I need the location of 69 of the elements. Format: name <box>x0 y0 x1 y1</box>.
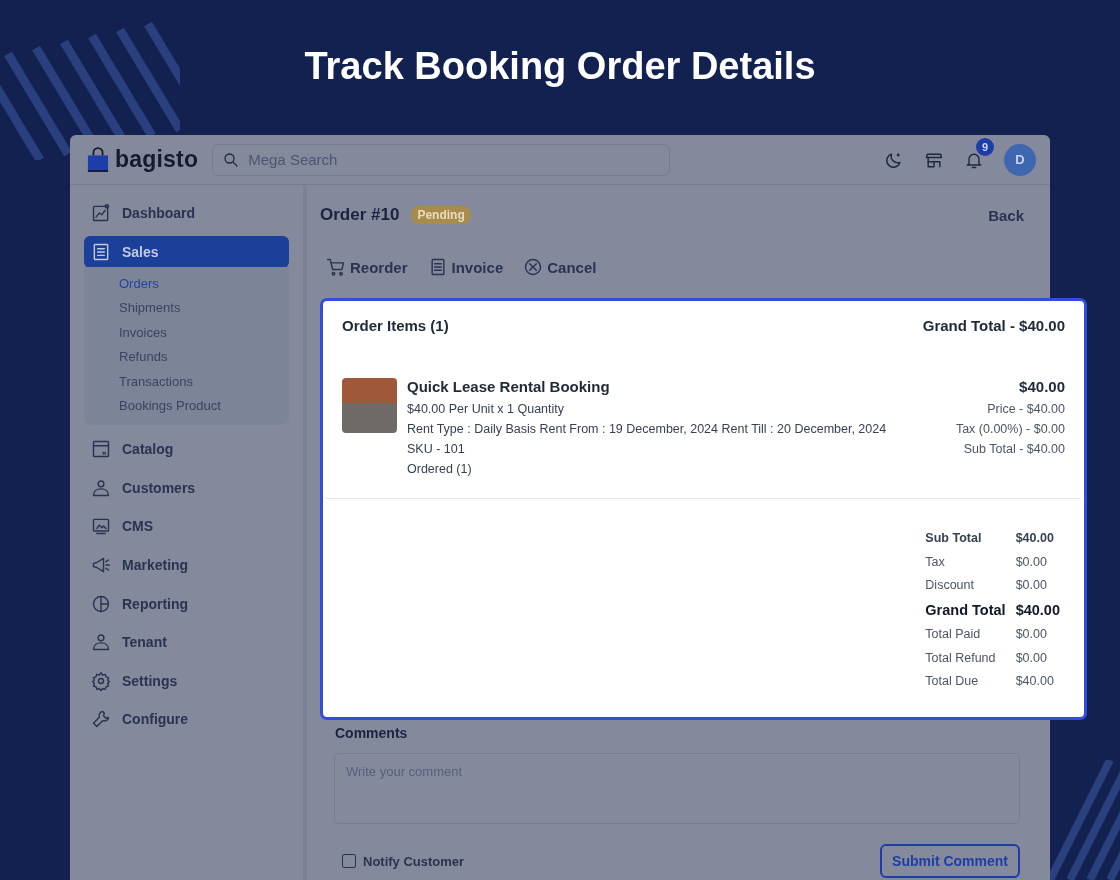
sidebar-item[interactable]: Configure <box>84 703 289 736</box>
summary-label: Sub Total <box>925 531 983 545</box>
sidebar-item[interactable]: Dashboard <box>84 197 289 229</box>
submenu-item[interactable]: Bookings Product <box>119 393 289 419</box>
wrench-icon <box>91 709 111 730</box>
sidebar-item[interactable]: CMS <box>84 510 289 543</box>
summary-value: $0.00 <box>1015 627 1048 641</box>
action-button[interactable]: Invoice <box>427 257 504 277</box>
submenu-item[interactable]: Refunds <box>119 344 289 370</box>
submenu-item[interactable]: Orders <box>119 271 289 296</box>
submenu-item[interactable]: Invoices <box>119 320 289 345</box>
card-title: Order Items (1) <box>342 317 449 334</box>
summary-value: $0.00 <box>1015 650 1048 665</box>
summary-label: Total Paid <box>925 627 982 641</box>
tax-text: Tax (0.00%) - $0.00 <box>955 422 1065 436</box>
page-headline: Track Booking Order Details <box>304 45 816 88</box>
submit-button[interactable]: Submit Comment <box>880 844 1020 878</box>
item-total: $40.00 <box>1019 378 1065 395</box>
sidebar-item[interactable]: Catalog <box>84 433 289 466</box>
section-title: Comments <box>335 725 409 741</box>
order-title: Order #10 <box>320 205 400 225</box>
sidebar-item[interactable]: Reporting <box>84 587 289 620</box>
summary-value: $0.00 <box>1015 554 1048 569</box>
grand-total-text: Grand Total - $40.00 <box>922 317 1065 334</box>
sidebar-item[interactable]: Settings <box>84 664 289 697</box>
cart-icon <box>326 257 346 277</box>
rent-details-text: Rent Type : Daily Basis Rent From : 19 December, 2024 Rent Till : 20 December, 2024 <box>407 422 888 436</box>
unit-price-text: $40.00 Per Unit x 1 Quantity <box>407 402 566 416</box>
sidebar-item[interactable]: Tenant <box>84 626 289 659</box>
summary-value: $0.00 <box>1015 578 1048 592</box>
action-button[interactable]: Cancel <box>523 257 597 277</box>
status-badge: Pending <box>411 206 471 224</box>
price-text: Price - $40.00 <box>987 402 1065 416</box>
summary-label: Discount <box>925 578 975 592</box>
summary-value: $40.00 <box>1015 674 1055 688</box>
action-button[interactable]: Reorder <box>326 257 408 277</box>
notification-badge: 9 <box>976 137 994 156</box>
photo-placeholder <box>342 378 397 433</box>
summary-value: $40.00 <box>1015 531 1055 545</box>
checkbox-label: Notify Customer <box>363 853 465 869</box>
monitor-icon <box>91 516 111 537</box>
search-field[interactable]: Mega Search <box>212 143 671 176</box>
summary-label: Total Due <box>925 674 980 688</box>
sidebar-item[interactable]: Sales <box>84 235 289 268</box>
avatar[interactable]: D <box>1004 143 1036 176</box>
shopping-bag-icon <box>87 144 109 175</box>
catalog-icon <box>91 439 111 460</box>
summary-value: $40.00 <box>1015 601 1060 618</box>
summary-label: Total Refund <box>925 650 997 665</box>
product-name: Quick Lease Rental Booking <box>407 378 611 395</box>
subtotal-text: Sub Total - $40.00 <box>963 442 1065 456</box>
ordered-text: Ordered (1) <box>407 462 473 476</box>
person-icon <box>91 477 111 498</box>
sidebar-item[interactable]: Customers <box>84 471 289 504</box>
pie-chart-icon <box>91 593 111 614</box>
cancel-icon <box>523 257 544 277</box>
checkbox[interactable] <box>342 854 356 868</box>
submenu-item[interactable]: Shipments <box>119 295 289 321</box>
submenu-item[interactable]: Transactions <box>119 369 289 394</box>
person-icon <box>91 632 111 653</box>
document-icon <box>91 241 111 262</box>
back-link[interactable]: Back <box>988 206 1024 224</box>
settings-icon <box>91 670 111 691</box>
sku-text: SKU - 101 <box>407 442 466 456</box>
sidebar-item[interactable]: Marketing <box>84 548 289 581</box>
summary-label: Tax <box>925 554 946 569</box>
summary-label: Grand Total <box>925 601 1006 618</box>
chart-board-icon <box>91 203 111 223</box>
logo-text: bagisto <box>115 146 199 173</box>
